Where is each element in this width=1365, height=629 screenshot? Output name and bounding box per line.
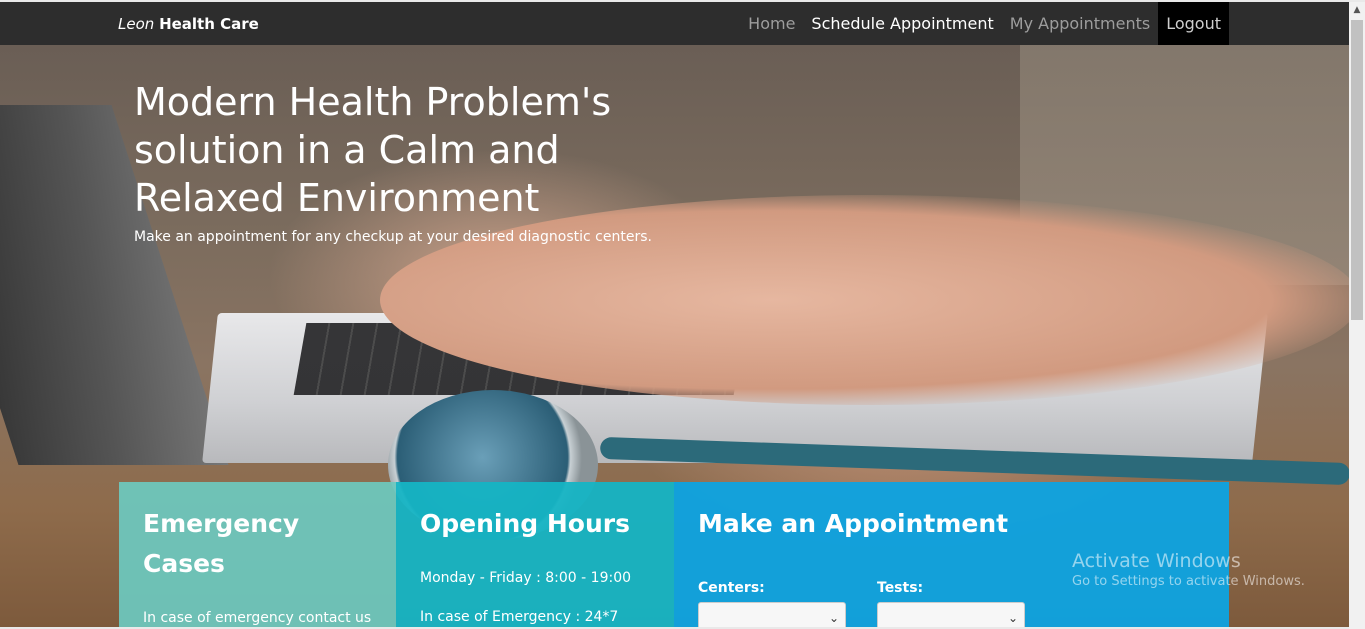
emergency-text: In case of emergency contact us here	[143, 610, 372, 626]
centers-select[interactable]: ⌄	[698, 602, 846, 627]
scroll-up-arrow-icon[interactable]: ▲	[1349, 2, 1365, 18]
page-scrollbar[interactable]: ▲	[1349, 2, 1365, 629]
brand-name-bold: Health Care	[159, 15, 259, 33]
hero-title: Modern Health Problem's solution in a Ca…	[134, 80, 612, 220]
opening-hours-title: Opening Hours	[420, 509, 630, 538]
opening-hours-panel: Opening Hours Monday - Friday : 8:00 - 1…	[396, 482, 674, 627]
opening-hours-emergency: In case of Emergency : 24*7	[420, 609, 619, 625]
logout-button[interactable]: Logout	[1158, 2, 1229, 45]
nav-menu: Home Schedule Appointment My Appointment…	[740, 2, 1229, 45]
nav-my-appointments-link[interactable]: My Appointments	[1002, 2, 1158, 45]
chevron-down-icon: ⌄	[1007, 611, 1018, 625]
activate-windows-watermark: Activate Windows Go to Settings to activ…	[1072, 550, 1305, 589]
chevron-down-icon: ⌄	[828, 611, 839, 625]
brand-name-italic: Leon	[118, 15, 155, 33]
navbar: Leon Health Care Home Schedule Appointme…	[0, 2, 1349, 45]
emergency-title: Emergency Cases	[143, 509, 300, 578]
watermark-title: Activate Windows	[1072, 550, 1241, 572]
emergency-panel: Emergency Cases In case of emergency con…	[119, 482, 396, 627]
info-panels: Emergency Cases In case of emergency con…	[119, 482, 1229, 627]
hero-subtitle: Make an appointment for any checkup at y…	[134, 229, 652, 245]
tests-select[interactable]: ⌄	[877, 602, 1025, 627]
appointment-title: Make an Appointment	[698, 509, 1009, 538]
nav-home-link[interactable]: Home	[740, 2, 803, 45]
watermark-subtitle: Go to Settings to activate Windows.	[1072, 574, 1305, 589]
brand-logo[interactable]: Leon Health Care	[118, 2, 259, 45]
tests-label: Tests:	[877, 580, 924, 596]
nav-schedule-appointment-link[interactable]: Schedule Appointment	[803, 2, 1001, 45]
hero-section: Modern Health Problem's solution in a Ca…	[0, 45, 1349, 627]
centers-label: Centers:	[698, 580, 765, 596]
scrollbar-thumb[interactable]	[1351, 20, 1363, 320]
opening-hours-weekday: Monday - Friday : 8:00 - 19:00	[420, 570, 632, 586]
hands-image	[380, 195, 1349, 405]
